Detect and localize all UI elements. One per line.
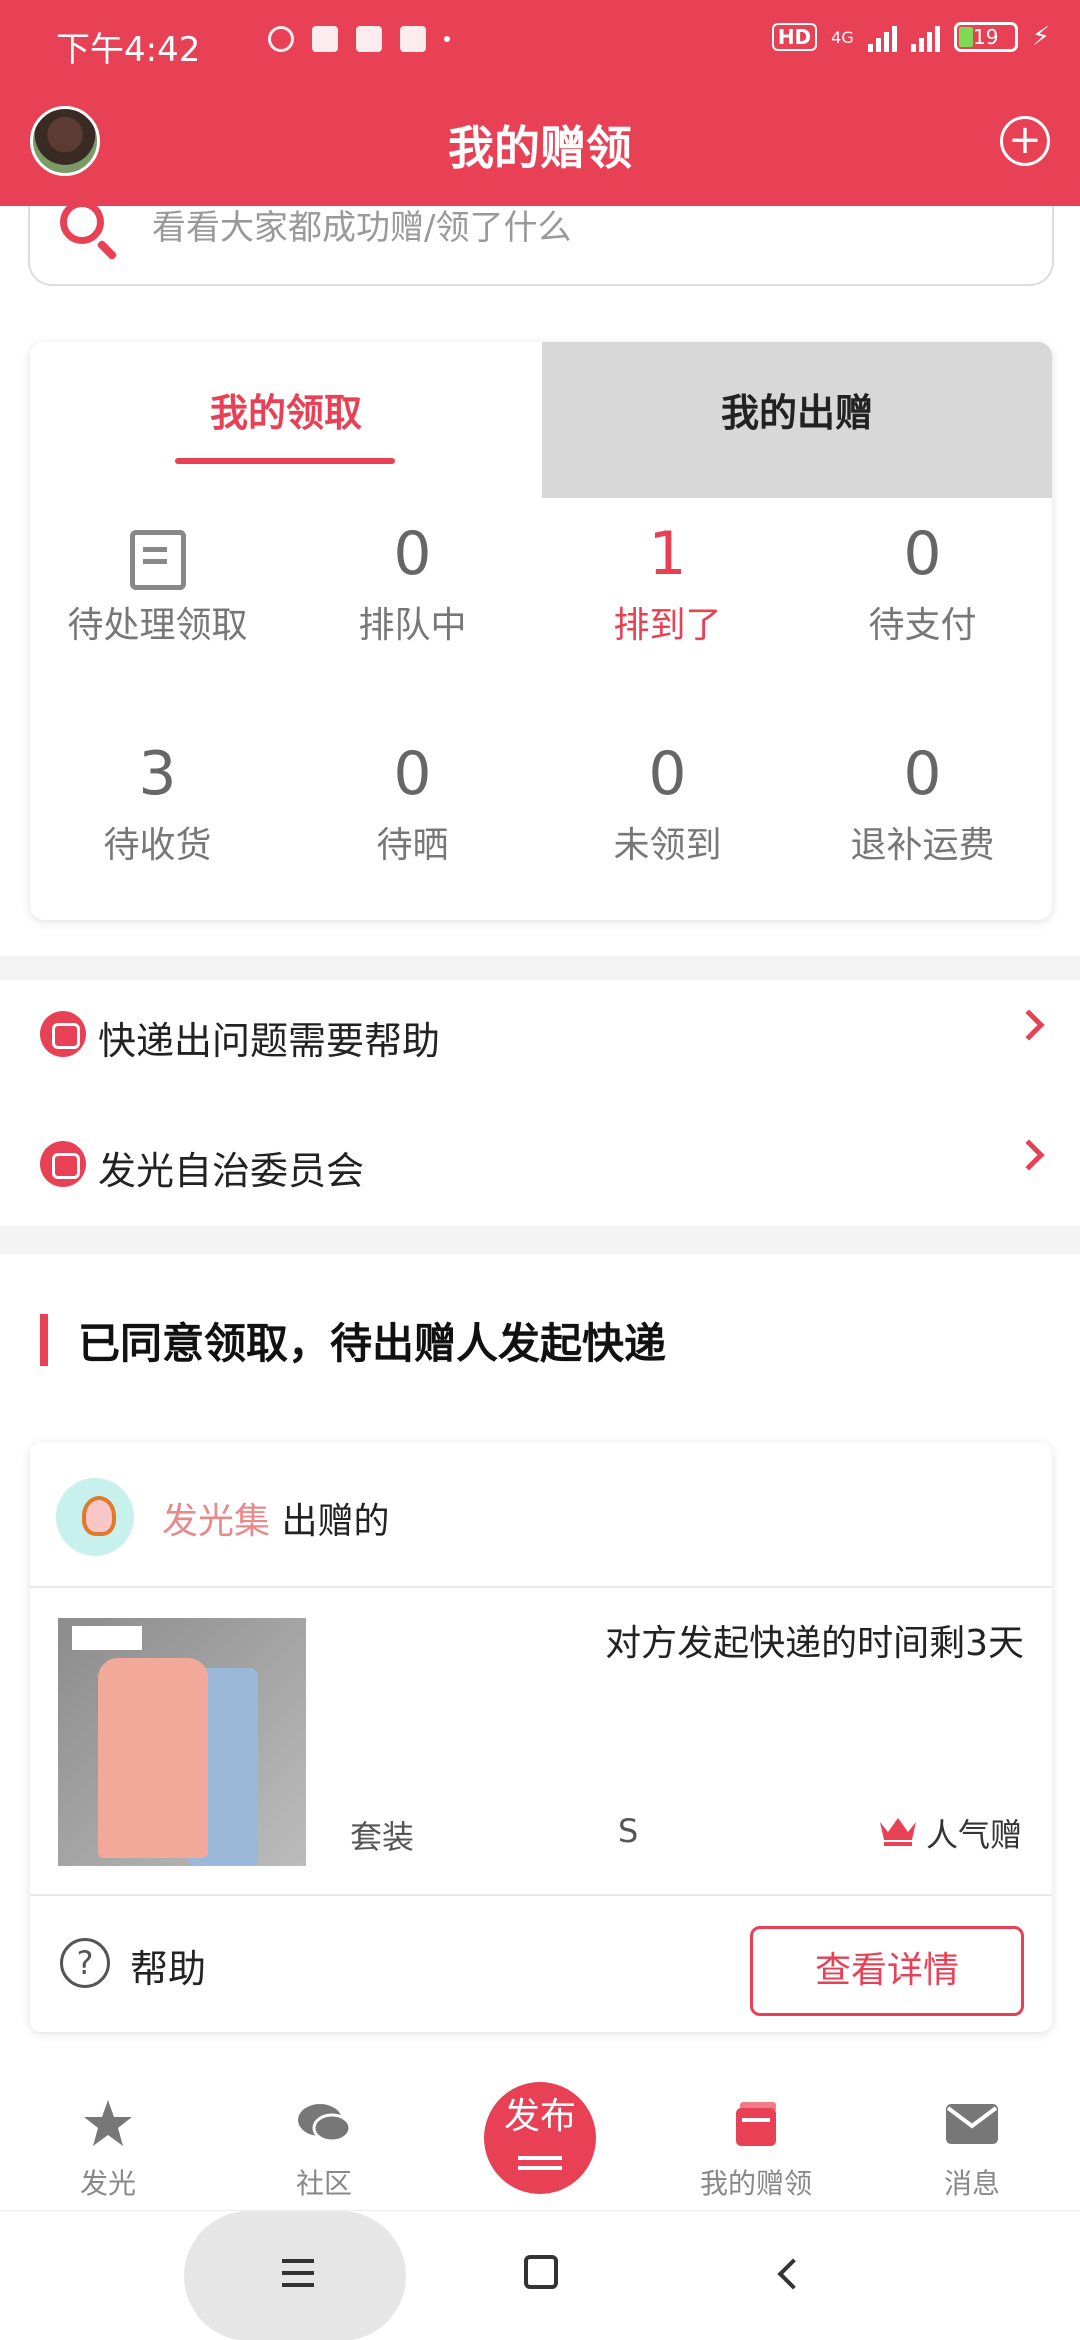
battery-level: 19 bbox=[973, 25, 999, 49]
stat-label: 排到了 bbox=[613, 605, 722, 646]
item-size: S bbox=[618, 1812, 639, 1850]
nav-label: 消息 bbox=[943, 2167, 1000, 2200]
remaining-time: 对方发起快递的时间剩3天 bbox=[605, 1623, 1024, 1664]
link-committee[interactable]: 发光自治委员会 bbox=[0, 1110, 1080, 1220]
hd-badge: HD bbox=[771, 23, 818, 51]
view-details-button[interactable]: 查看详情 bbox=[750, 1926, 1024, 2016]
nav-item-my-gifts[interactable]: 我的赠领 bbox=[648, 2080, 864, 2202]
page-title: 我的赠领 bbox=[448, 121, 632, 175]
stat-value: 0 bbox=[903, 519, 942, 589]
network-label: 4G bbox=[831, 27, 854, 47]
card-divider bbox=[30, 1586, 1052, 1588]
menu-icon[interactable] bbox=[282, 2259, 314, 2263]
giver-avatar-bulb-icon bbox=[56, 1478, 134, 1556]
stat-label: 待收货 bbox=[103, 825, 212, 866]
publish-button[interactable]: 发布 bbox=[484, 2082, 596, 2194]
giver-suffix: 出赠的 bbox=[281, 1501, 390, 1542]
stat-label: 待处理领取 bbox=[67, 605, 248, 646]
back-icon[interactable] bbox=[777, 2258, 809, 2290]
system-pill bbox=[184, 2211, 406, 2340]
search-placeholder: 看看大家都成功赠/领了什么 bbox=[152, 208, 572, 248]
app-header: 下午4:42 HD 4G 19 ⚡ 我的赠领 + bbox=[0, 0, 1080, 206]
star-icon bbox=[84, 2100, 132, 2146]
stat-value: 0 bbox=[648, 739, 687, 809]
crown-icon bbox=[880, 1818, 916, 1846]
stat-value: 0 bbox=[393, 739, 432, 809]
stat-label: 排队中 bbox=[358, 605, 467, 646]
mail-icon bbox=[946, 2104, 998, 2144]
stat-label: 待晒 bbox=[376, 825, 449, 866]
stat-not-received[interactable]: 0 未领到 bbox=[540, 738, 795, 868]
section-title: 已同意领取，待出赠人发起快递 bbox=[78, 1319, 667, 1368]
notification-icons bbox=[268, 26, 450, 52]
stat-to-share[interactable]: 0 待晒 bbox=[285, 738, 540, 868]
stat-label: 未领到 bbox=[613, 825, 722, 866]
signal-icon bbox=[910, 22, 940, 52]
divider bbox=[0, 1226, 1080, 1254]
stat-label: 待支付 bbox=[868, 605, 977, 646]
item-thumbnail[interactable] bbox=[58, 1618, 306, 1866]
stat-value: 3 bbox=[138, 739, 177, 809]
stat-refund-shipping[interactable]: 0 退补运费 bbox=[795, 738, 1050, 868]
system-nav-bar bbox=[0, 2210, 1080, 2340]
card-divider bbox=[30, 1894, 1052, 1896]
stat-queueing[interactable]: 0 排队中 bbox=[285, 518, 540, 648]
search-icon bbox=[60, 200, 104, 244]
tab-my-gifts[interactable]: 我的出赠 bbox=[542, 382, 1052, 437]
tab-indicator bbox=[175, 458, 395, 464]
alarm-icon bbox=[268, 26, 294, 52]
app-notification-icon bbox=[312, 26, 338, 52]
app-notification-icon bbox=[356, 26, 382, 52]
stat-value: 1 bbox=[648, 519, 687, 589]
giver-line: 发光集 出赠的 bbox=[162, 1492, 389, 1544]
signal-icon bbox=[867, 22, 897, 52]
publish-icon bbox=[518, 2156, 562, 2160]
stat-value: 0 bbox=[903, 739, 942, 809]
tab-my-claims[interactable]: 我的领取 bbox=[30, 382, 542, 437]
battery-icon: 19 bbox=[953, 22, 1018, 52]
link-label: 发光自治委员会 bbox=[98, 1149, 365, 1193]
stat-label: 退补运费 bbox=[850, 825, 995, 866]
nav-label: 我的赠领 bbox=[699, 2167, 812, 2200]
nav-item-glow[interactable]: 发光 bbox=[0, 2080, 216, 2202]
shirt-shape bbox=[98, 1658, 208, 1858]
nav-label: 发光 bbox=[79, 2167, 136, 2200]
help-icon[interactable]: ? bbox=[60, 1938, 110, 1988]
brand-logo bbox=[72, 1626, 142, 1650]
nav-item-messages[interactable]: 消息 bbox=[864, 2080, 1080, 2202]
wallet-icon bbox=[736, 2102, 776, 2146]
popular-badge: 人气赠 bbox=[926, 1816, 1023, 1854]
gift-card[interactable]: 发光集 出赠的 对方发起快递的时间剩3天 套装 S 人气赠 ? 帮助 查看详情 bbox=[30, 1442, 1052, 2032]
help-label[interactable]: 帮助 bbox=[130, 1938, 206, 1993]
dot-icon bbox=[444, 36, 450, 42]
publish-label: 发布 bbox=[503, 2096, 576, 2137]
stat-value: 0 bbox=[393, 519, 432, 589]
nav-label: 社区 bbox=[295, 2167, 352, 2200]
stat-to-receive[interactable]: 3 待收货 bbox=[30, 738, 285, 868]
divider bbox=[0, 956, 1080, 980]
document-icon bbox=[129, 530, 186, 590]
chat-icon bbox=[298, 2104, 352, 2143]
charging-icon: ⚡ bbox=[1031, 22, 1050, 52]
stat-pending[interactable]: 待处理领取 bbox=[30, 518, 285, 648]
giver-name[interactable]: 发光集 bbox=[162, 1501, 270, 1542]
item-category: 套装 bbox=[350, 1818, 415, 1856]
chevron-right-icon bbox=[1013, 1139, 1045, 1171]
service-icon bbox=[40, 1141, 86, 1187]
add-button[interactable]: + bbox=[1000, 116, 1050, 166]
link-express-help[interactable]: 快递出问题需要帮助 bbox=[0, 980, 1080, 1090]
home-icon[interactable] bbox=[524, 2255, 558, 2289]
link-label: 快递出问题需要帮助 bbox=[98, 1019, 441, 1063]
app-notification-icon bbox=[400, 26, 426, 52]
stat-arrived[interactable]: 1 排到了 bbox=[540, 518, 795, 648]
nav-item-community[interactable]: 社区 bbox=[216, 2080, 432, 2202]
chevron-right-icon bbox=[1013, 1009, 1045, 1041]
section-accent-bar bbox=[40, 1314, 48, 1366]
status-time: 下午4:42 bbox=[56, 30, 201, 70]
status-right: HD 4G 19 ⚡ bbox=[771, 22, 1050, 52]
service-icon bbox=[40, 1011, 86, 1057]
stat-to-pay[interactable]: 0 待支付 bbox=[795, 518, 1050, 648]
claims-panel: 我的领取 我的出赠 待处理领取 0 排队中 1 排到了 0 待支付 3 待收货 … bbox=[30, 342, 1052, 920]
